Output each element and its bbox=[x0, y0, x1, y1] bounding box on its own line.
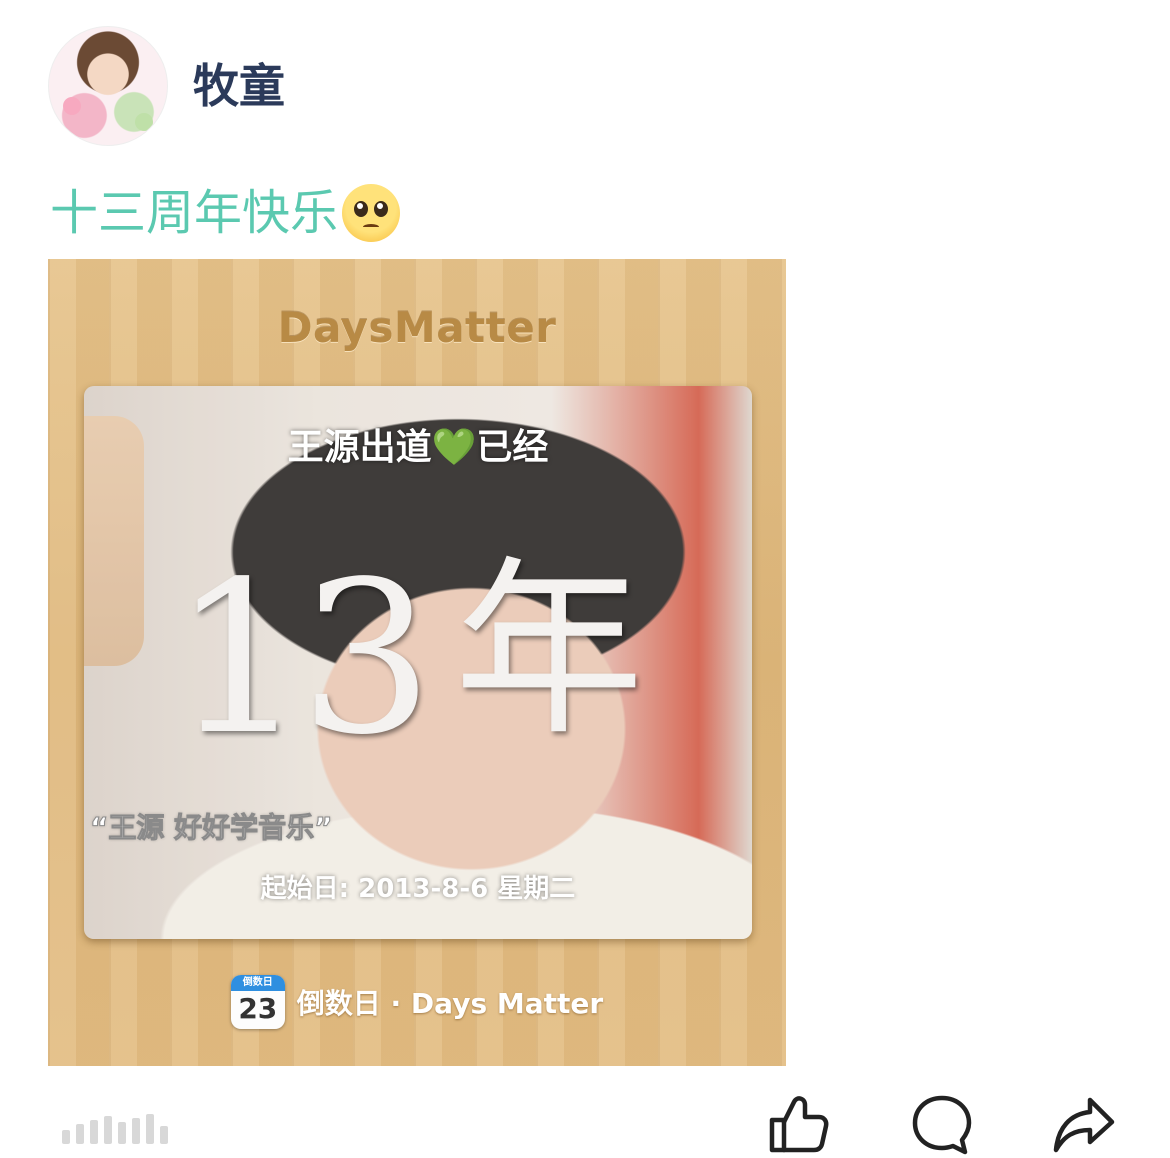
days-matter-title: DaysMatter bbox=[277, 303, 557, 352]
app-footer-name: 倒数日 · Days Matter bbox=[296, 987, 604, 1020]
headline-suffix: 已经 bbox=[476, 427, 549, 468]
weibo-post: 牧童 十三周年快乐 DaysMatter 王源出道💚已经 13 年 “王源 好好… bbox=[0, 0, 1170, 1158]
caption-text: 十三周年快乐 bbox=[50, 185, 339, 241]
source-indicator bbox=[62, 1112, 168, 1144]
avatar-flower-decoration bbox=[63, 97, 81, 115]
green-heart-icon: 💚 bbox=[431, 427, 477, 468]
calendar-app-icon: 倒数日 23 bbox=[230, 975, 285, 1029]
thumbs-up-icon bbox=[769, 1096, 829, 1153]
countdown-headline: 王源出道💚已经 bbox=[84, 418, 752, 470]
calendar-icon-label: 倒数日 bbox=[230, 975, 285, 991]
app-watermark: 倒数日 23 倒数日 · Days Matter bbox=[48, 975, 786, 1029]
headline-text: 王源出道 bbox=[287, 427, 432, 468]
photo-quote: “王源 好好学音乐” bbox=[90, 811, 334, 845]
post-image[interactable]: DaysMatter 王源出道💚已经 13 年 “王源 好好学音乐” 起始日: … bbox=[48, 259, 786, 1066]
pleading-face-emoji-icon bbox=[342, 184, 401, 242]
like-button[interactable] bbox=[766, 1092, 830, 1156]
comment-bubble-icon bbox=[912, 1095, 972, 1155]
comment-button[interactable] bbox=[910, 1092, 974, 1156]
calendar-icon-number: 23 bbox=[238, 992, 278, 1025]
avatar-leaf-decoration bbox=[135, 113, 153, 131]
author-name[interactable]: 牧童 bbox=[193, 60, 285, 112]
post-caption: 十三周年快乐 bbox=[50, 184, 401, 242]
countdown-unit: 年 bbox=[454, 540, 645, 761]
share-arrow-icon bbox=[1053, 1097, 1115, 1153]
countdown-number: 13 bbox=[172, 536, 433, 781]
share-button[interactable] bbox=[1052, 1092, 1116, 1156]
start-date: 起始日: 2013-8-6 星期二 bbox=[260, 874, 576, 904]
countdown-photo-card: 王源出道💚已经 13 年 “王源 好好学音乐” 起始日: 2013-8-6 星期… bbox=[84, 386, 752, 939]
author-avatar[interactable] bbox=[48, 26, 168, 146]
